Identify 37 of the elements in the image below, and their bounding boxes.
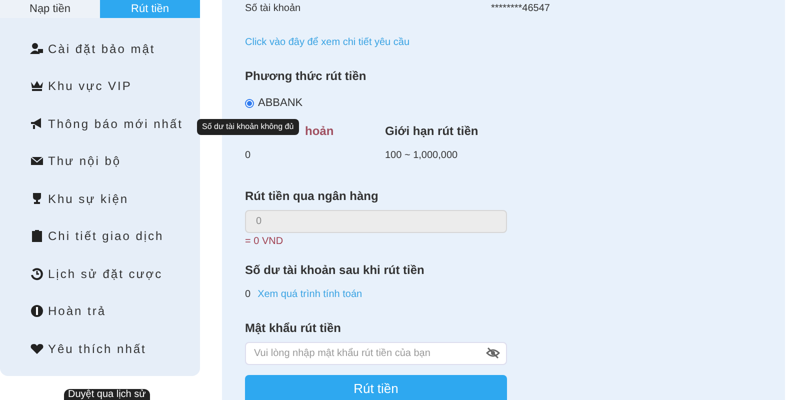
tab[interactable]: Nạp tiền [0, 0, 100, 18]
sidebar-item[interactable]: Chi tiết giao dịch [30, 218, 164, 255]
limit-label: Giới hạn rút tiền [385, 122, 478, 140]
sidebar-item[interactable]: Lịch sử đặt cược [30, 255, 163, 292]
password-field[interactable]: Vui lòng nhập mật khẩu rút tiền của bạn [245, 342, 507, 364]
tooltip: Số dư tài khoản không đủ [197, 118, 299, 134]
coin-icon [30, 304, 44, 318]
limit-value: 100 ~ 1,000,000 [385, 148, 458, 162]
password-input[interactable]: Vui lòng nhập mật khẩu rút tiền của bạn [254, 346, 486, 360]
converted-amount: = 0 VND [245, 234, 284, 248]
trophy-icon [30, 192, 44, 206]
sidebar-item[interactable]: Khu sự kiện [30, 180, 129, 218]
clipboard-icon [30, 229, 44, 244]
field-label: Rút tiền qua ngân hàng [245, 188, 378, 204]
field-label: Số dư tài khoản sau khi rút tiền [245, 262, 424, 278]
balance-value: 0 [245, 148, 251, 162]
user-lock-icon [30, 42, 44, 56]
sidebar-item[interactable]: Khu vực VIP [30, 68, 132, 105]
amount-field: 0 [245, 210, 507, 232]
balance-label: hoản [305, 122, 334, 140]
heart-icon [30, 342, 44, 356]
sidebar-item[interactable]: Yêu thích nhất [30, 330, 146, 368]
account-label: Số tài khoản [245, 2, 302, 16]
tooltip: Duyệt qua lịch sử [64, 389, 150, 400]
account-number: ********46547 [491, 2, 550, 16]
hidden-eye-icon[interactable] [486, 347, 500, 359]
balance-after-value: 0 [245, 288, 251, 302]
history-icon [30, 266, 44, 281]
crown-icon [30, 79, 44, 94]
megaphone-icon [30, 116, 44, 131]
field-label: Mật khẩu rút tiền [245, 320, 342, 336]
radio-option[interactable]: ABBANK [245, 95, 303, 112]
sidebar-item[interactable]: Thông báo mới nhất [30, 105, 183, 142]
sidebar-item[interactable]: Cài đặt bảo mật [30, 30, 156, 68]
sidebar-item[interactable]: Hoàn trả [30, 292, 106, 330]
section-title: Phương thức rút tiền [245, 68, 366, 85]
sidebar-item[interactable]: Thư nội bộ [30, 142, 122, 180]
